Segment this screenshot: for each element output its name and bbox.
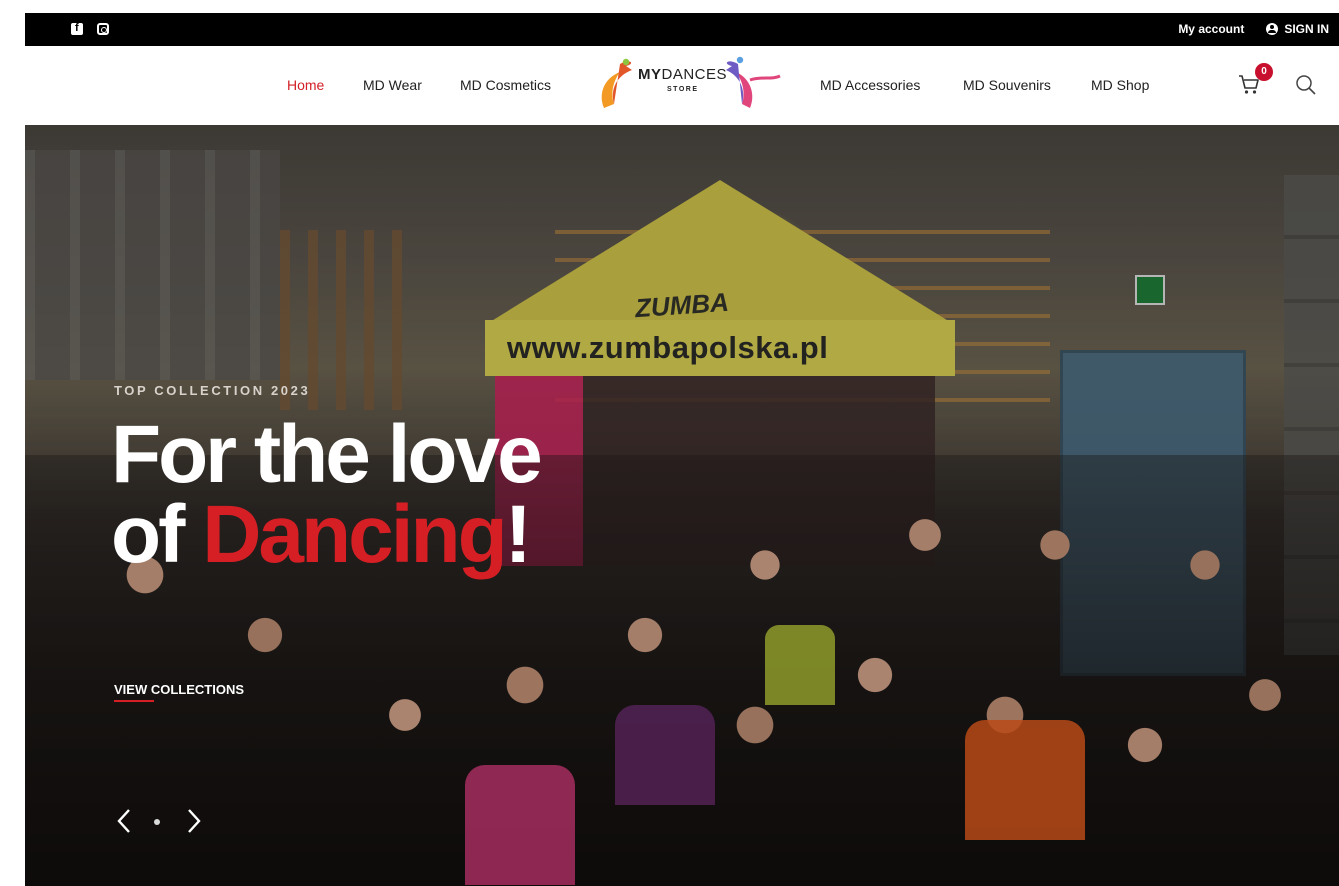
main-nav: Home MD Wear MD Cosmetics MYDANCES STORE…	[25, 46, 1339, 125]
slider-next-icon[interactable]	[184, 807, 204, 835]
nav-item-md-shop[interactable]: MD Shop	[1091, 77, 1149, 93]
facebook-icon[interactable]	[71, 22, 83, 35]
hero-headline-line1: For the love	[111, 409, 543, 500]
cta-underline	[114, 700, 154, 702]
nav-item-md-souvenirs[interactable]: MD Souvenirs	[963, 77, 1051, 93]
logo-subtitle: STORE	[667, 86, 699, 93]
search-icon[interactable]	[1295, 74, 1317, 96]
instagram-icon[interactable]	[97, 23, 109, 35]
logo[interactable]: MYDANCES STORE	[590, 54, 785, 118]
view-collections-link[interactable]: VIEW COLLECTIONS	[114, 682, 244, 697]
logo-wordmark: MYDANCES	[638, 66, 728, 83]
hero-headline: For the love of Dancing!	[111, 409, 543, 580]
nav-item-md-wear[interactable]: MD Wear	[363, 77, 422, 93]
nav-item-home[interactable]: Home	[287, 77, 324, 93]
user-icon	[1266, 23, 1279, 35]
social-links	[71, 22, 109, 35]
sign-in-label: SIGN IN	[1284, 22, 1329, 36]
top-bar: My account SIGN IN	[25, 13, 1339, 46]
hero-headline-line2: of Dancing!	[111, 489, 532, 580]
hero-slider: ZUMBA www.zumbapolska.pl TOP COLLECTION …	[25, 125, 1339, 886]
cart-count-badge: 0	[1255, 63, 1273, 81]
nav-item-md-accessories[interactable]: MD Accessories	[820, 77, 920, 93]
account-links: My account SIGN IN	[1178, 22, 1329, 36]
my-account-link[interactable]: My account	[1178, 22, 1244, 36]
sign-in-link[interactable]: SIGN IN	[1266, 22, 1329, 36]
nav-item-md-cosmetics[interactable]: MD Cosmetics	[460, 77, 551, 93]
hero-headline-accent: Dancing	[202, 489, 507, 580]
hero-eyebrow: TOP COLLECTION 2023	[114, 383, 311, 398]
page: My account SIGN IN Home MD Wear MD Cosme…	[25, 13, 1339, 886]
slider-dot[interactable]	[154, 819, 160, 825]
slider-prev-icon[interactable]	[114, 807, 134, 835]
